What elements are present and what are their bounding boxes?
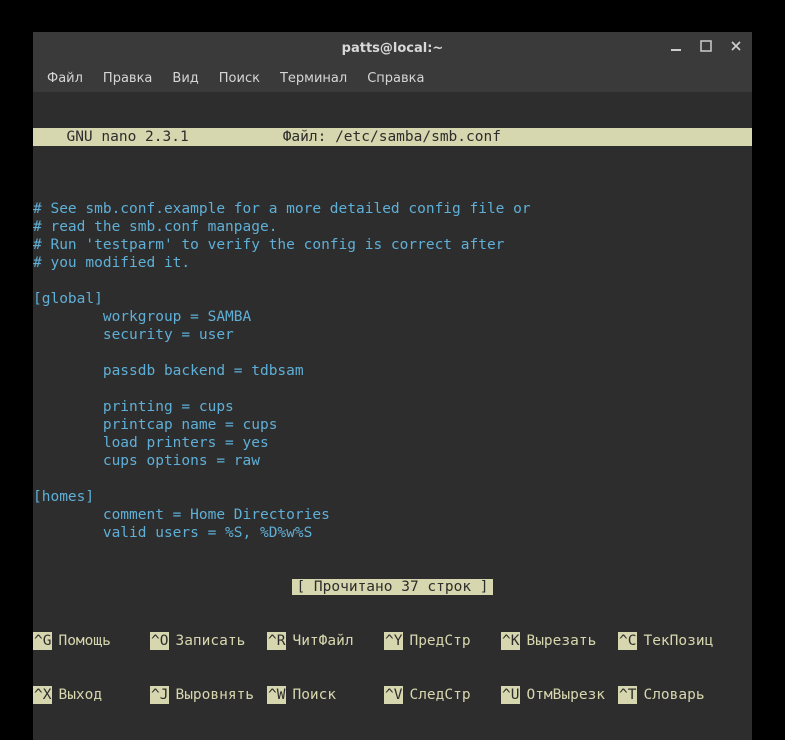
shortcut: ^JВыровнять <box>150 686 267 704</box>
nano-status: [ Прочитано 37 строк ] <box>33 578 752 596</box>
shortcut-label: Выровнять <box>169 686 254 704</box>
menu-view[interactable]: Вид <box>162 67 208 90</box>
shortcut: ^VСледСтр <box>384 686 501 704</box>
close-icon[interactable] <box>728 40 744 56</box>
shortcut-key: ^T <box>618 686 637 704</box>
shortcut: ^OЗаписать <box>150 632 267 650</box>
shortcut-key: ^Y <box>384 632 403 650</box>
editor-line: security = user <box>33 326 752 344</box>
editor-line <box>33 272 752 290</box>
shortcut-label: Выход <box>52 686 102 704</box>
editor-line: valid users = %S, %D%w%S <box>33 524 752 542</box>
editor-line <box>33 380 752 398</box>
shortcut: ^TСловарь <box>618 686 735 704</box>
editor-line: printcap name = cups <box>33 416 752 434</box>
shortcut-label: ЧитФайл <box>286 632 353 650</box>
shortcut-key: ^X <box>33 686 52 704</box>
shortcut-label: ТекПозиц <box>637 632 713 650</box>
shortcut-key: ^O <box>150 632 169 650</box>
nano-version: GNU nano 2.3.1 <box>35 128 189 146</box>
minimize-icon[interactable] <box>668 40 684 56</box>
shortcut-key: ^J <box>150 686 169 704</box>
shortcut-key: ^R <box>267 632 286 650</box>
window-title: patts@local:~ <box>33 41 752 56</box>
shortcut: ^YПредСтр <box>384 632 501 650</box>
shortcut-key: ^V <box>384 686 403 704</box>
shortcut-key: ^G <box>33 632 52 650</box>
editor-line: # See smb.conf.example for a more detail… <box>33 200 752 218</box>
shortcut-label: Вырезать <box>520 632 596 650</box>
menu-help[interactable]: Справка <box>357 67 434 90</box>
shortcut: ^UОтмВырезк <box>501 686 618 704</box>
shortcut-label: Поиск <box>286 686 336 704</box>
editor-line: # you modified it. <box>33 254 752 272</box>
editor-line <box>33 182 752 200</box>
editor-line: [homes] <box>33 488 752 506</box>
nano-filename: Файл: /etc/samba/smb.conf <box>189 128 501 146</box>
shortcut-row-2: ^XВыход^JВыровнять^WПоиск^VСледСтр^UОтмВ… <box>33 686 752 704</box>
editor-line: # read the smb.conf manpage. <box>33 218 752 236</box>
editor-line <box>33 344 752 362</box>
menu-terminal[interactable]: Терминал <box>270 67 357 90</box>
nano-editor-area[interactable]: # See smb.conf.example for a more detail… <box>33 182 752 542</box>
shortcut: ^KВырезать <box>501 632 618 650</box>
menu-file[interactable]: Файл <box>37 67 93 90</box>
menu-edit[interactable]: Правка <box>93 67 162 90</box>
shortcut-key: ^K <box>501 632 520 650</box>
nano-header: GNU nano 2.3.1 Файл: /etc/samba/smb.conf <box>33 128 752 146</box>
shortcut-label: Словарь <box>637 686 704 704</box>
editor-line: load printers = yes <box>33 434 752 452</box>
editor-line: # Run 'testparm' to verify the config is… <box>33 236 752 254</box>
shortcut-label: ПредСтр <box>403 632 470 650</box>
editor-line: cups options = raw <box>33 452 752 470</box>
editor-line: comment = Home Directories <box>33 506 752 524</box>
shortcut: ^GПомощь <box>33 632 150 650</box>
window-controls <box>668 40 744 56</box>
shortcut-key: ^C <box>618 632 637 650</box>
maximize-icon[interactable] <box>698 40 714 56</box>
editor-line: passdb backend = tdbsam <box>33 362 752 380</box>
shortcut-key: ^W <box>267 686 286 704</box>
menubar: Файл Правка Вид Поиск Терминал Справка <box>33 64 752 92</box>
editor-line: printing = cups <box>33 398 752 416</box>
menu-search[interactable]: Поиск <box>209 67 270 90</box>
terminal-content[interactable]: GNU nano 2.3.1 Файл: /etc/samba/smb.conf… <box>33 92 752 740</box>
shortcut-label: Записать <box>169 632 245 650</box>
shortcut: ^XВыход <box>33 686 150 704</box>
shortcut-label: ОтмВырезк <box>520 686 605 704</box>
shortcut-row-1: ^GПомощь^OЗаписать^RЧитФайл^YПредСтр^KВы… <box>33 632 752 650</box>
shortcut-label: Помощь <box>52 632 110 650</box>
editor-line <box>33 470 752 488</box>
shortcut-key: ^U <box>501 686 520 704</box>
editor-line: workgroup = SAMBA <box>33 308 752 326</box>
shortcut: ^RЧитФайл <box>267 632 384 650</box>
terminal-window: patts@local:~ Файл Правка Вид Поиск Терм… <box>33 32 752 740</box>
shortcut: ^CТекПозиц <box>618 632 735 650</box>
shortcut: ^WПоиск <box>267 686 384 704</box>
editor-line: [global] <box>33 290 752 308</box>
shortcut-label: СледСтр <box>403 686 470 704</box>
titlebar: patts@local:~ <box>33 32 752 64</box>
